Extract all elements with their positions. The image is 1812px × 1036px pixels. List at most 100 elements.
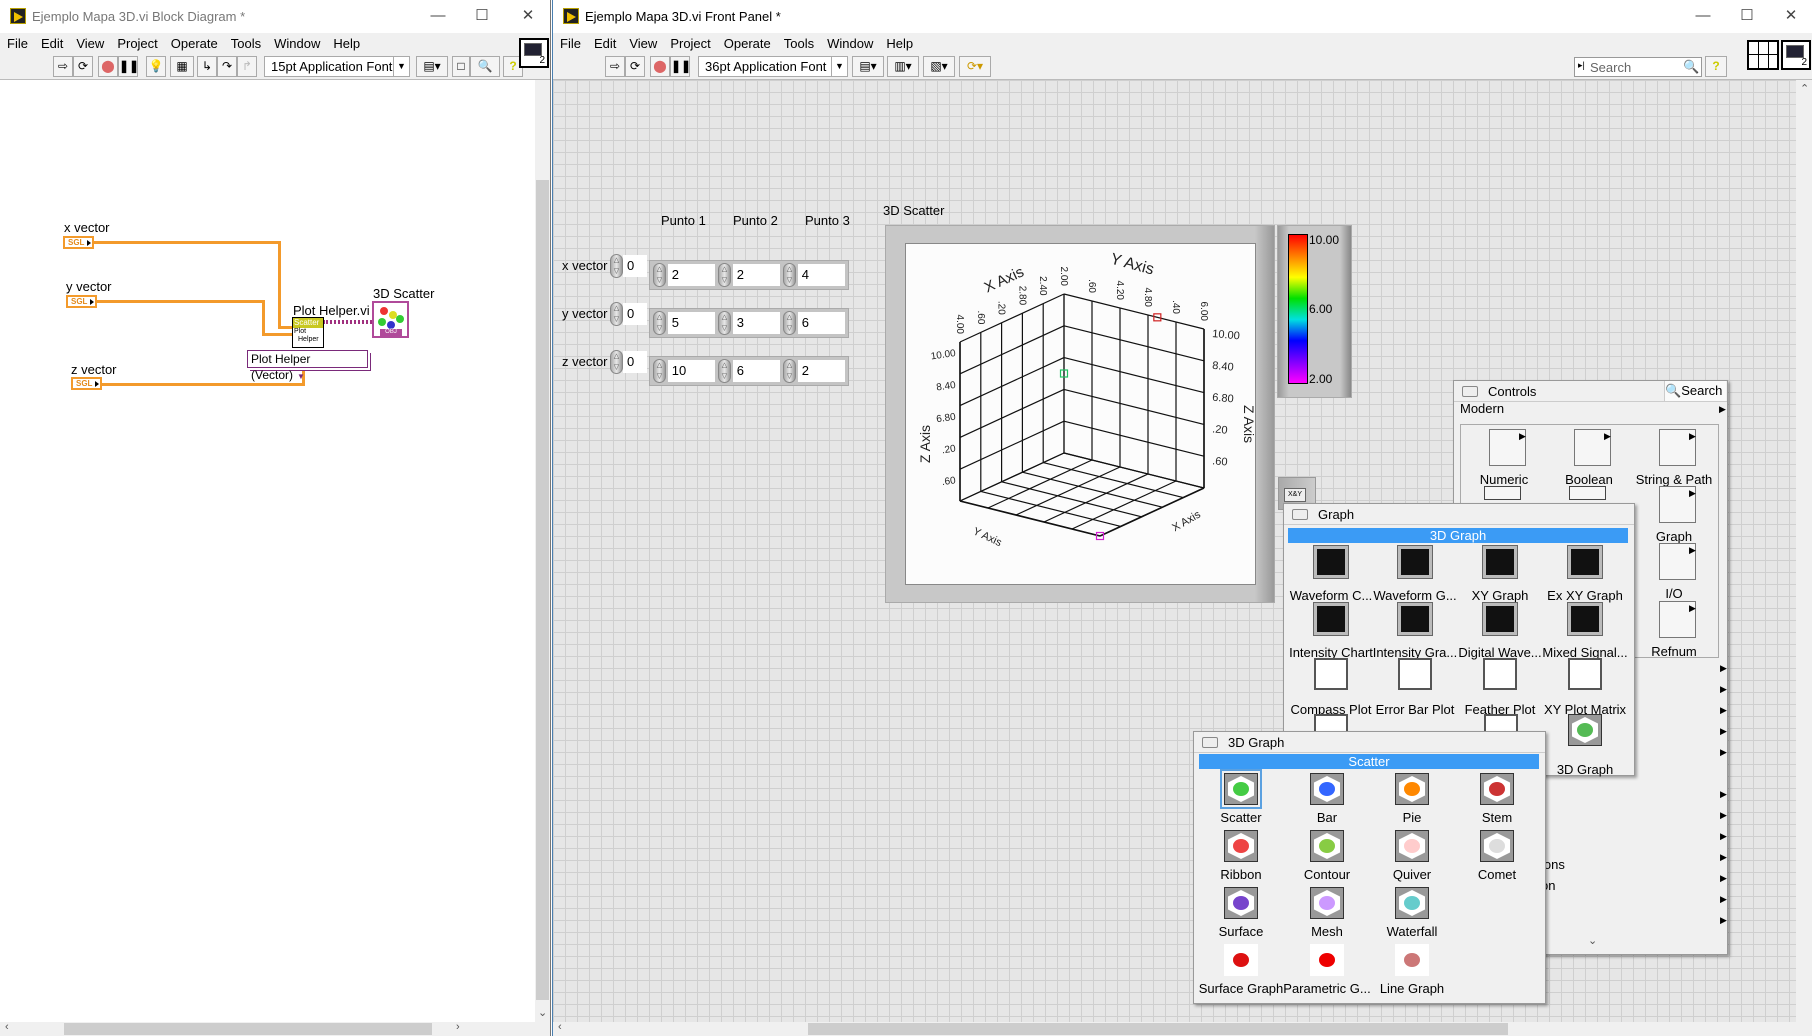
vertical-scrollbar[interactable]: ⌃ (1797, 80, 1812, 1022)
submenu-arrow-icon[interactable]: ▶ (1720, 705, 1727, 716)
palette-item-i-o[interactable]: I/O ▶ (1629, 543, 1719, 603)
menu-window[interactable]: Window (820, 33, 879, 51)
palette-item-xy-graph[interactable]: XY Graph (1455, 545, 1545, 606)
distribute-button[interactable]: □ (452, 56, 470, 77)
palette-search-button[interactable]: 🔍Search (1664, 381, 1726, 401)
submenu-arrow-icon[interactable]: ▶ (1720, 663, 1727, 674)
palette-item-compass-plot[interactable]: Compass Plot (1286, 658, 1376, 718)
increment-decrement-icon[interactable]: △ ▽ (653, 311, 666, 335)
menu-project[interactable]: Project (110, 33, 163, 51)
palette-item-ex-xy-graph[interactable]: Ex XY Graph (1540, 545, 1630, 606)
horizontal-scrollbar[interactable]: ‹ › (0, 1021, 535, 1036)
block-diagram-canvas[interactable]: x vector SGL y vector SGL z vector SGL P… (0, 80, 535, 1022)
resize-objects-button[interactable]: ▧▾ (923, 56, 955, 77)
minimize-button[interactable]: — (1683, 4, 1723, 28)
palette-item-waterfall[interactable]: Waterfall (1367, 887, 1457, 947)
submenu-arrow-icon[interactable]: ▶ (1720, 873, 1727, 884)
font-selector[interactable]: 36pt Application Font ▼ (698, 56, 848, 77)
y-vector-terminal[interactable]: SGL (66, 295, 97, 308)
array-z-vector[interactable]: △ ▽ 10 △ ▽ 6 △ ▽ 2 (649, 356, 849, 386)
palette-item-waveform-c-[interactable]: Waveform C... (1286, 545, 1376, 606)
numeric-value[interactable]: 2 (797, 360, 845, 382)
submenu-arrow-icon[interactable]: ▶ (1720, 684, 1727, 695)
increment-decrement-icon[interactable]: △ ▽ (783, 311, 796, 335)
palette-item-surface-graph[interactable]: Surface Graph (1196, 944, 1286, 1004)
maximize-button[interactable]: ☐ (1727, 4, 1767, 28)
array-y-vector[interactable]: △ ▽ 5 △ ▽ 3 △ ▽ 6 (649, 308, 849, 338)
numeric-value[interactable]: 6 (732, 360, 780, 382)
polymorphic-selector[interactable]: Plot Helper (Vector) ▼ (247, 350, 368, 382)
increment-decrement-icon[interactable]: △ ▽ (718, 263, 731, 287)
palette-item-string-path[interactable]: String & Path ▶ (1629, 429, 1719, 489)
palette-item-ribbon[interactable]: Ribbon (1196, 830, 1286, 890)
increment-decrement-icon[interactable]: △ ▽ (783, 359, 796, 383)
array-index-value[interactable]: 0 (623, 303, 647, 325)
numeric-value[interactable]: 2 (732, 264, 780, 286)
increment-decrement-icon[interactable]: △ ▽ (783, 263, 796, 287)
increment-decrement-icon[interactable]: △ ▽ (718, 311, 731, 335)
submenu-arrow-icon[interactable]: ▶ (1720, 831, 1727, 842)
numeric-value[interactable]: 6 (797, 312, 845, 334)
context-help-icon[interactable]: 2 (519, 38, 549, 68)
numeric-element[interactable]: △ ▽ 4 (783, 263, 845, 287)
numeric-element[interactable]: △ ▽ 6 (783, 311, 845, 335)
palette-item-icon[interactable] (1484, 486, 1521, 500)
menu-edit[interactable]: Edit (34, 33, 69, 51)
abort-button[interactable]: ⬤ (650, 56, 670, 77)
pin-icon[interactable] (1462, 386, 1478, 397)
palette-item-mesh[interactable]: Mesh (1282, 887, 1372, 947)
palette-item-comet[interactable]: Comet (1452, 830, 1542, 890)
scrollbar-thumb[interactable] (64, 1023, 432, 1035)
font-selector[interactable]: 15pt Application Font ▼ (264, 56, 410, 77)
search-options-icon[interactable]: ▸| (1578, 60, 1585, 71)
numeric-element[interactable]: △ ▽ 2 (653, 263, 715, 287)
category-modern[interactable]: Modern (1460, 401, 1504, 416)
run-continuously-button[interactable]: ⟳ (625, 56, 645, 77)
menu-operate[interactable]: Operate (717, 33, 777, 51)
palette-item-numeric[interactable]: Numeric ▶ (1459, 429, 1549, 489)
align-objects-button[interactable]: ▤▾ (416, 56, 448, 77)
search-icon[interactable]: 🔍 (1683, 59, 1699, 75)
submenu-arrow-icon[interactable]: ▶ (1720, 726, 1727, 737)
palette-item-error-bar-plot[interactable]: Error Bar Plot (1370, 658, 1460, 718)
palette-item-digital-wave-[interactable]: Digital Wave... (1455, 602, 1545, 663)
run-button[interactable]: ⇨ (53, 56, 73, 77)
palette-item-waveform-g-[interactable]: Waveform G... (1370, 545, 1460, 606)
highlight-execution-button[interactable]: 💡 (146, 56, 166, 77)
palette-item-3d-graph[interactable]: 3D Graph (1540, 714, 1630, 777)
palette-item-xy-plot-matrix[interactable]: XY Plot Matrix (1540, 658, 1630, 718)
scroll-left-icon[interactable]: ‹ (558, 1021, 562, 1033)
align-objects-button[interactable]: ▤▾ (852, 56, 884, 77)
scroll-left-icon[interactable]: ‹ (5, 1021, 9, 1033)
x-vector-terminal[interactable]: SGL (63, 236, 94, 249)
step-into-button[interactable]: ↳ (197, 56, 217, 77)
array-index-value[interactable]: 0 (623, 255, 647, 277)
array-index-control[interactable]: △ ▽ 0 (610, 349, 647, 375)
numeric-element[interactable]: △ ▽ 2 (783, 359, 845, 383)
menu-help[interactable]: Help (326, 33, 366, 51)
menu-help[interactable]: Help (879, 33, 919, 51)
palette-item-refnum[interactable]: Refnum ▶ (1629, 601, 1719, 661)
palette-item-contour[interactable]: Contour (1282, 830, 1372, 890)
numeric-element[interactable]: △ ▽ 5 (653, 311, 715, 335)
palette-item-line-graph[interactable]: Line Graph (1367, 944, 1457, 1004)
scroll-right-icon[interactable]: › (456, 1021, 460, 1033)
increment-decrement-icon[interactable]: △ ▽ (610, 302, 623, 326)
palette-item-surface[interactable]: Surface (1196, 887, 1286, 947)
numeric-value[interactable]: 10 (667, 360, 715, 382)
3d-scatter-terminal[interactable]: OBJ (372, 301, 409, 338)
vi-icon[interactable]: 2 (1781, 40, 1811, 70)
step-out-button[interactable]: ↱ (237, 56, 257, 77)
menu-view[interactable]: View (622, 33, 663, 51)
scroll-down-icon[interactable]: ⌄ (538, 1006, 547, 1019)
z-vector-terminal[interactable]: SGL (71, 377, 102, 390)
close-button[interactable]: ✕ (508, 4, 548, 28)
horizontal-scrollbar[interactable]: ‹ (553, 1021, 1812, 1036)
palette-item-stem[interactable]: Stem (1452, 773, 1542, 833)
close-button[interactable]: ✕ (1771, 4, 1811, 28)
3d-plot-area[interactable]: 2.00 2.40 2.80 .20 .60 4.00 .60 4.20 4.80 .40 6.00… (905, 243, 1256, 585)
pause-button[interactable]: ❚❚ (670, 56, 691, 77)
scrollbar-thumb[interactable] (808, 1023, 1508, 1035)
submenu-arrow-icon[interactable]: ▶ (1720, 894, 1727, 905)
pin-icon[interactable] (1202, 737, 1218, 748)
